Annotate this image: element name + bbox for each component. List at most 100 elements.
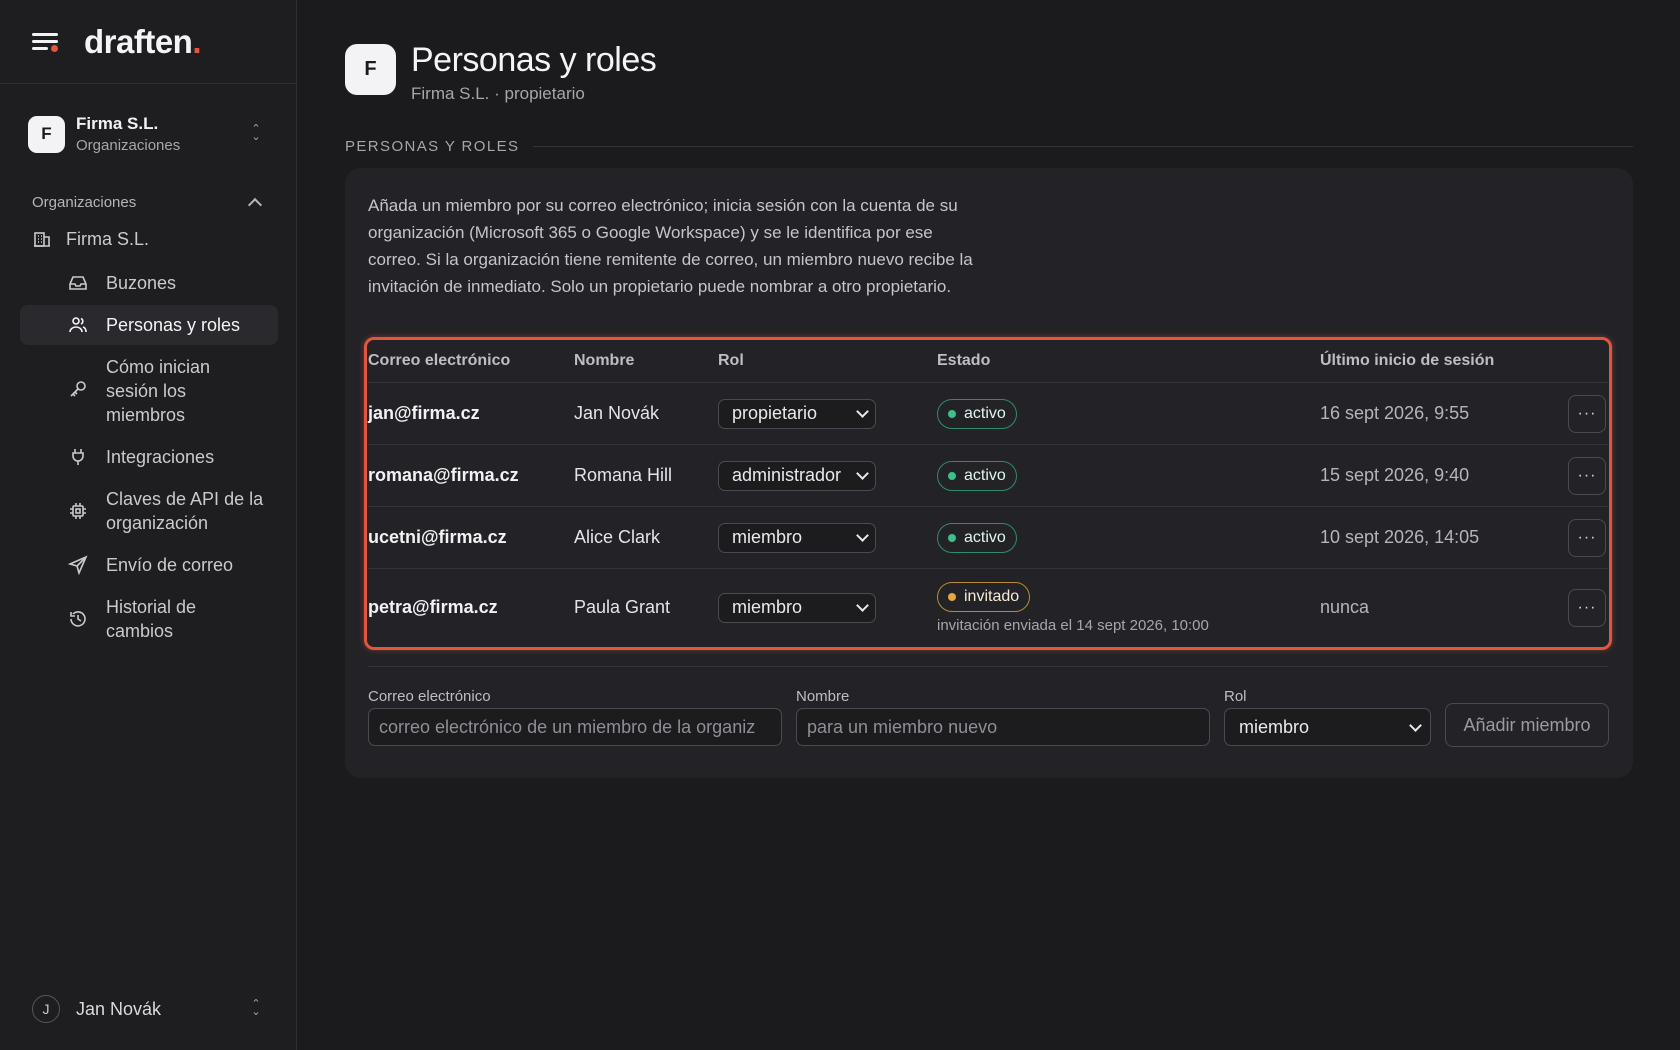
table-row: ucetni@firma.cz Alice Clark miembro acti… — [368, 506, 1608, 569]
name-field[interactable] — [796, 708, 1210, 746]
member-name: Romana Hill — [574, 444, 718, 507]
key-icon — [70, 381, 86, 397]
role-cell: miembro — [718, 569, 937, 647]
col-header-actions — [1550, 340, 1608, 383]
building-icon — [34, 232, 50, 247]
status-dot — [948, 533, 956, 542]
actions-cell: ··· — [1550, 569, 1608, 647]
members-table-highlight: Correo electrónico Nombre Rol Estado Últ… — [364, 337, 1612, 650]
sidebar-item-historial[interactable]: Historial de cambios — [20, 587, 278, 651]
last-login: nunca — [1320, 597, 1370, 617]
history-icon — [70, 611, 86, 627]
brand-bar: draften. — [0, 0, 296, 84]
col-header-name[interactable]: Nombre — [574, 340, 718, 383]
avatar: J — [32, 995, 60, 1023]
row-actions-button[interactable]: ··· — [1568, 588, 1606, 627]
plug-icon — [72, 449, 84, 465]
col-header-status[interactable]: Estado — [937, 340, 1320, 383]
org-switcher[interactable]: F Firma S.L. Organizaciones ⌃ ⌄ — [28, 112, 276, 156]
row-actions-button[interactable]: ··· — [1568, 456, 1606, 495]
section-label-text: PERSONAS Y ROLES — [345, 138, 520, 155]
inbox-icon — [69, 276, 87, 290]
sidebar-item-label: Historial de cambios — [106, 597, 197, 641]
status-badge: invitado — [937, 581, 1031, 612]
logo-dot: . — [192, 22, 202, 60]
status-cell: activo — [937, 506, 1320, 569]
logo[interactable]: draften. — [84, 23, 201, 61]
status-dot — [948, 592, 956, 601]
role-select[interactable]: propietario — [718, 398, 876, 429]
sidebar-item-label: Claves de API de la organización — [106, 489, 264, 533]
chevron-down-icon — [856, 405, 869, 418]
members-table: Correo electrónico Nombre Rol Estado Últ… — [368, 340, 1608, 646]
status-badge: activo — [937, 522, 1017, 553]
role-select[interactable]: miembro — [718, 522, 876, 553]
member-email: ucetni@firma.cz — [368, 506, 574, 569]
sidebar-item-claves-api[interactable]: Claves de API de la organización — [20, 479, 278, 543]
role-select-value: propietario — [732, 403, 818, 423]
col-header-role[interactable]: Rol — [718, 340, 937, 383]
status-badge-text: activo — [964, 466, 1006, 484]
last-login: 10 sept 2026, 14:05 — [1320, 506, 1550, 569]
actions-cell: ··· — [1550, 382, 1608, 445]
chevron-down-icon — [856, 467, 869, 480]
sidebar-org-root[interactable]: Firma S.L. — [32, 223, 296, 255]
sidebar-item-label: Integraciones — [106, 447, 215, 467]
user-name: Jan Novák — [76, 998, 162, 1019]
member-name: Jan Novák — [574, 382, 718, 445]
status-badge-text: activo — [964, 528, 1006, 546]
status-dot — [948, 471, 956, 480]
status-badge-text: activo — [964, 404, 1006, 422]
add-member-button[interactable]: Añadir miembro — [1445, 703, 1609, 747]
sidebar-org-root-label: Firma S.L. — [66, 228, 150, 249]
sidebar-item-label: Buzones — [106, 273, 177, 293]
chevron-down-icon — [856, 599, 869, 612]
col-header-email[interactable]: Correo electrónico — [368, 340, 574, 383]
actions-cell: ··· — [1550, 506, 1608, 569]
table-row: petra@firma.cz Paula Grant miembro invit… — [368, 569, 1608, 647]
row-actions-button[interactable]: ··· — [1568, 518, 1606, 557]
section-divider — [533, 146, 1633, 147]
status-badge-text: invitado — [964, 587, 1020, 605]
role-select-value: miembro — [732, 597, 803, 617]
section-label: PERSONAS Y ROLES — [345, 138, 1633, 155]
org-switcher-text: Firma S.L. Organizaciones — [76, 114, 248, 154]
intro-text: Añada un miembro por su correo electróni… — [368, 196, 973, 296]
invitation-note: invitación enviada el 14 sept 2026, 10:0… — [937, 616, 1209, 634]
form-divider — [368, 666, 1608, 667]
sidebar: draften. F Firma S.L. Organizaciones ⌃ ⌄ … — [0, 0, 297, 1050]
email-field-label: Correo electrónico — [368, 688, 491, 705]
logo-text: draften — [84, 22, 193, 60]
user-menu[interactable]: J Jan Novák ⌃ ⌄ — [32, 994, 264, 1024]
sidebar-section-organizaciones[interactable]: Organizaciones — [32, 194, 264, 213]
sidebar-item-envio-correo[interactable]: Envío de correo — [20, 545, 278, 585]
status-cell: invitado invitación enviada el 14 sept 2… — [937, 569, 1320, 647]
sidebar-item-inicio-sesion[interactable]: Cómo inician sesión los miembros — [20, 347, 278, 435]
org-switcher-sub: Organizaciones — [76, 137, 181, 154]
member-email: petra@firma.cz — [368, 597, 498, 617]
col-header-last-login[interactable]: Último inicio de sesión — [1320, 340, 1550, 383]
sidebar-item-buzones[interactable]: Buzones — [20, 263, 278, 303]
sidebar-section-title: Organizaciones — [32, 194, 137, 211]
role-select[interactable]: miembro — [718, 592, 876, 623]
email-field[interactable] — [368, 708, 782, 746]
sidebar-item-integraciones[interactable]: Integraciones — [20, 437, 278, 477]
member-email: jan@firma.cz — [368, 382, 574, 445]
main-content: F Personas y roles Firma S.L. · propieta… — [297, 0, 1680, 1050]
send-icon — [68, 555, 88, 575]
name-field-label: Nombre — [796, 688, 850, 705]
table-row: jan@firma.cz Jan Novák propietario activ… — [368, 382, 1608, 445]
menu-icon[interactable] — [32, 31, 60, 53]
chevron-up-down-icon: ⌃ ⌄ — [251, 123, 261, 143]
status-badge: activo — [937, 460, 1017, 491]
table-row: romana@firma.cz Romana Hill administrado… — [368, 444, 1608, 507]
sidebar-item-label: Personas y roles — [106, 315, 241, 335]
sidebar-item-personas-y-roles[interactable]: Personas y roles — [20, 305, 278, 345]
role-select-value: miembro — [732, 527, 803, 547]
member-name: Alice Clark — [574, 506, 718, 569]
member-email: romana@firma.cz — [368, 444, 574, 507]
role-cell: administrador — [718, 444, 937, 507]
row-actions-button[interactable]: ··· — [1568, 394, 1606, 433]
role-field-select[interactable]: miembro — [1224, 708, 1431, 746]
role-select[interactable]: administrador — [718, 460, 876, 491]
